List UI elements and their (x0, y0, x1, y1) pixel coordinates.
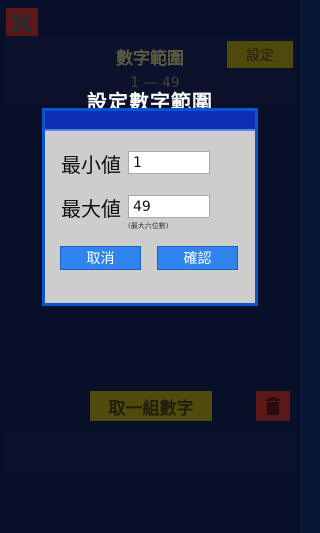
min-label: 最小値 (61, 153, 121, 177)
dialog-header-bar (45, 111, 255, 131)
min-input[interactable] (128, 151, 210, 174)
confirm-button[interactable]: 確認 (157, 246, 238, 270)
max-label: 最大値 (61, 197, 121, 221)
range-dialog: 最小値 最大値 (最大六位數) 取消 確認 (42, 108, 258, 306)
max-input[interactable] (128, 195, 210, 218)
cancel-button[interactable]: 取消 (60, 246, 141, 270)
max-hint: (最大六位數) (128, 222, 169, 230)
